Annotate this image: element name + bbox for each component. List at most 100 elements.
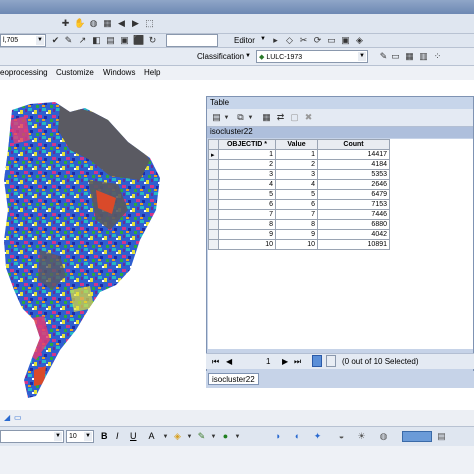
tab-isocluster22[interactable]: isocluster22 bbox=[208, 373, 259, 385]
column-header-count[interactable]: Count bbox=[317, 139, 390, 150]
menu-customize[interactable]: Customize bbox=[56, 68, 94, 77]
pan-icon[interactable]: ✋ bbox=[74, 18, 85, 29]
transparency-icon[interactable]: ◍ bbox=[378, 431, 389, 442]
create-features-icon[interactable]: ◈ bbox=[354, 35, 365, 46]
grid-icon[interactable]: ▦ bbox=[102, 18, 113, 29]
sketch-props-icon[interactable]: ▣ bbox=[340, 35, 351, 46]
table-window[interactable]: Table ▤ ▼ ⧉ ▼ ▦ ⇄ ▢ ✖ isocluster22 OBJEC… bbox=[206, 96, 474, 388]
editor-tool-icon[interactable]: ✎ bbox=[63, 35, 74, 46]
row-selector-header[interactable] bbox=[208, 139, 219, 150]
edit-vertex-icon[interactable]: ◇ bbox=[284, 35, 295, 46]
table-row[interactable]: 8 8 6880 bbox=[208, 219, 390, 230]
chevron-down-icon[interactable]: ▼ bbox=[36, 36, 44, 45]
cut-polygon-icon[interactable]: ✂ bbox=[298, 35, 309, 46]
scatterplot-icon[interactable]: ⁘ bbox=[432, 51, 443, 62]
chevron-down-icon[interactable]: ▼ bbox=[84, 432, 92, 441]
chevron-down-icon[interactable]: ▼ bbox=[208, 432, 219, 443]
table-row[interactable]: 10 10 10891 bbox=[208, 239, 390, 250]
chevron-down-icon[interactable]: ▼ bbox=[184, 432, 195, 443]
font-name-combo[interactable]: ▼ bbox=[0, 430, 64, 443]
table-row[interactable]: 9 9 4042 bbox=[208, 229, 390, 240]
sample-manager-icon[interactable]: ▦ bbox=[404, 51, 415, 62]
chevron-down-icon[interactable]: ▼ bbox=[358, 52, 366, 61]
show-all-records-icon[interactable] bbox=[312, 355, 322, 367]
chevron-down-icon[interactable]: ▼ bbox=[160, 432, 171, 443]
identify-icon[interactable]: ◧ bbox=[91, 35, 102, 46]
table-row[interactable]: 6 6 7153 bbox=[208, 199, 390, 210]
row-selector[interactable] bbox=[208, 229, 219, 240]
refresh-icon[interactable]: ↻ bbox=[147, 35, 158, 46]
row-selector[interactable]: ▸ bbox=[208, 149, 219, 160]
chevron-down-icon[interactable]: ▼ bbox=[260, 36, 266, 42]
chevron-down-icon[interactable]: ▼ bbox=[245, 53, 251, 59]
row-selector[interactable] bbox=[208, 179, 219, 190]
layout-icon[interactable]: ▣ bbox=[119, 35, 130, 46]
select-by-attributes-icon[interactable]: ▦ bbox=[261, 112, 272, 123]
italic-button[interactable]: I bbox=[116, 431, 119, 441]
sketch-icon[interactable]: ▸ bbox=[270, 35, 281, 46]
contrast-icon[interactable]: ◒ bbox=[336, 431, 347, 442]
bold-button[interactable]: B bbox=[101, 431, 108, 441]
attribute-grid[interactable]: OBJECTID * Value Count ▸ 1 1 14417 2 2 4… bbox=[208, 139, 473, 349]
find-icon[interactable]: ⬛ bbox=[133, 35, 144, 46]
row-selector[interactable] bbox=[208, 219, 219, 230]
training-sample-icon[interactable]: ✎ bbox=[378, 51, 389, 62]
chevron-down-icon[interactable]: ▼ bbox=[245, 113, 256, 124]
editor-menu[interactable]: Editor bbox=[234, 36, 255, 45]
record-number[interactable]: 1 bbox=[266, 357, 270, 366]
attributes-icon[interactable]: ▭ bbox=[326, 35, 337, 46]
menu-windows[interactable]: Windows bbox=[103, 68, 135, 77]
row-selector[interactable] bbox=[208, 159, 219, 170]
histogram-icon[interactable]: ▥ bbox=[418, 51, 429, 62]
effects-icon[interactable]: ◑ bbox=[272, 431, 283, 442]
show-selected-records-icon[interactable] bbox=[326, 355, 336, 367]
scale-combo[interactable]: l,705 ▼ bbox=[0, 34, 46, 47]
row-selector[interactable] bbox=[208, 209, 219, 220]
marker-color-icon[interactable]: ● bbox=[220, 431, 231, 442]
data-view-icon[interactable]: ◢ bbox=[4, 413, 10, 422]
table-row[interactable]: 2 2 4184 bbox=[208, 159, 390, 170]
table-row[interactable]: 4 4 2646 bbox=[208, 179, 390, 190]
add-data-icon[interactable]: ✚ bbox=[60, 18, 71, 29]
chevron-down-icon[interactable]: ▼ bbox=[221, 113, 232, 124]
row-selector[interactable] bbox=[208, 239, 219, 250]
table-row[interactable]: ▸ 1 1 14417 bbox=[208, 149, 390, 160]
chevron-down-icon[interactable]: ▼ bbox=[54, 432, 62, 441]
last-record-icon[interactable]: ⏭ bbox=[294, 357, 301, 367]
layer-effects-icon[interactable]: ▤ bbox=[436, 431, 447, 442]
layer-combo[interactable]: ◆ LULC-1973 ▼ bbox=[256, 50, 368, 63]
line-color-icon[interactable]: ✎ bbox=[196, 431, 207, 442]
layout-view-icon[interactable]: ▭ bbox=[14, 413, 22, 422]
row-selector[interactable] bbox=[208, 169, 219, 180]
table-row[interactable]: 7 7 7446 bbox=[208, 209, 390, 220]
delete-selected-icon[interactable]: ✖ bbox=[303, 112, 314, 123]
display-quality-slider[interactable] bbox=[402, 431, 432, 442]
fill-color-icon[interactable]: ◈ bbox=[172, 431, 183, 442]
row-selector[interactable] bbox=[208, 189, 219, 200]
column-header-value[interactable]: Value bbox=[275, 139, 318, 150]
underline-button[interactable]: U bbox=[130, 431, 137, 441]
search-combo[interactable] bbox=[166, 34, 218, 47]
globe-icon[interactable]: ◍ bbox=[88, 18, 99, 29]
font-size-combo[interactable]: 10 ▼ bbox=[66, 430, 94, 443]
next-record-icon[interactable]: ▶ bbox=[282, 357, 288, 366]
previous-record-icon[interactable]: ◀ bbox=[226, 357, 232, 366]
swipe-icon[interactable]: ◐ bbox=[292, 431, 303, 442]
classification-menu[interactable]: Classification bbox=[197, 52, 244, 61]
row-selector[interactable] bbox=[208, 199, 219, 210]
brightness-icon[interactable]: ☀ bbox=[356, 431, 367, 442]
table-icon[interactable]: ▤ bbox=[105, 35, 116, 46]
chevron-down-icon[interactable]: ▼ bbox=[232, 432, 243, 443]
column-header-objectid[interactable]: OBJECTID * bbox=[218, 139, 276, 150]
clear-selection-icon[interactable]: ▢ bbox=[289, 112, 300, 123]
first-record-icon[interactable]: ⏮ bbox=[212, 357, 219, 367]
table-row[interactable]: 3 3 5353 bbox=[208, 169, 390, 180]
switch-selection-icon[interactable]: ⇄ bbox=[275, 112, 286, 123]
table-row[interactable]: 5 5 6479 bbox=[208, 189, 390, 200]
menu-geoprocessing[interactable]: eoprocessing bbox=[0, 68, 48, 77]
menu-help[interactable]: Help bbox=[144, 68, 160, 77]
rotate-icon[interactable]: ⟳ bbox=[312, 35, 323, 46]
back-icon[interactable]: ◀ bbox=[116, 18, 127, 29]
arrow-icon[interactable]: ↗ bbox=[77, 35, 88, 46]
forward-icon[interactable]: ▶ bbox=[130, 18, 141, 29]
